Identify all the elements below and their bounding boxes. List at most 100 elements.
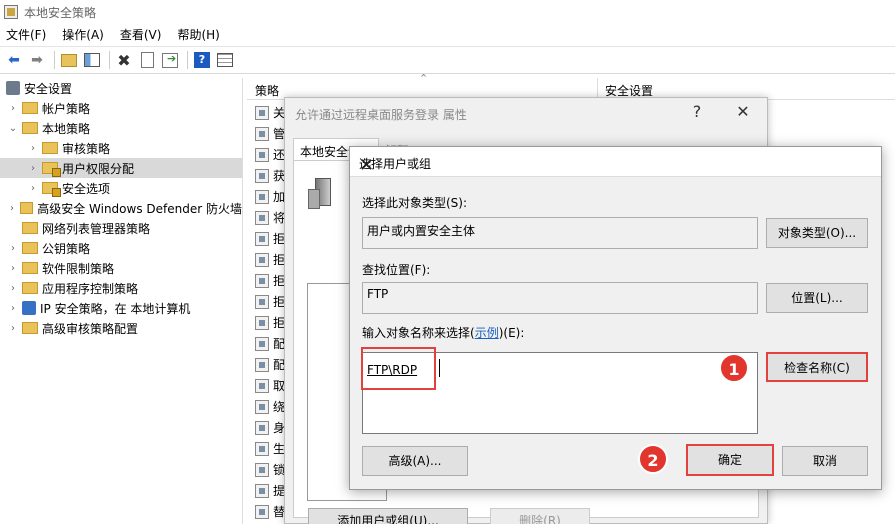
policy-icon — [255, 483, 269, 498]
chevron-right-icon[interactable]: › — [8, 103, 18, 114]
export-icon[interactable] — [160, 50, 180, 70]
forward-icon[interactable]: ➡ — [27, 50, 47, 70]
menu-action[interactable]: 操作(A) — [62, 26, 104, 43]
policy-icon — [255, 462, 269, 477]
list-item[interactable]: 取 — [255, 375, 285, 396]
remove-button[interactable]: 删除(R) — [490, 508, 590, 524]
tree-item-account-policy[interactable]: › 帐户策略 — [0, 98, 242, 118]
list-item[interactable]: 生 — [255, 438, 285, 459]
list-item[interactable]: 还 — [255, 144, 285, 165]
list-item[interactable]: 拒 — [255, 312, 285, 333]
tree-item-user-rights[interactable]: › 用户权限分配 — [0, 158, 242, 178]
folder-lock-icon — [42, 162, 61, 177]
close-icon[interactable]: ✕ — [731, 102, 755, 124]
tree-item-public-key[interactable]: › 公钥策略 — [0, 238, 242, 258]
advanced-button[interactable]: 高级(A)... — [362, 446, 468, 476]
properties-icon[interactable] — [137, 50, 157, 70]
examples-link[interactable]: 示例 — [475, 326, 499, 340]
tree-item-software-restriction[interactable]: › 软件限制策略 — [0, 258, 242, 278]
chevron-right-icon[interactable]: › — [28, 163, 38, 174]
close-icon[interactable]: ✕ — [359, 155, 873, 176]
toolbar-separator — [54, 51, 55, 69]
tree-item-label: 帐户策略 — [42, 101, 91, 116]
show-hide-tree-icon[interactable] — [82, 50, 102, 70]
menu-view[interactable]: 查看(V) — [120, 26, 162, 43]
policy-icon — [255, 441, 269, 456]
check-names-button[interactable]: 检查名称(C) — [766, 352, 868, 382]
back-icon[interactable]: ⬅ — [4, 50, 24, 70]
chevron-right-icon[interactable]: › — [8, 243, 18, 254]
help-icon[interactable]: ? — [192, 50, 212, 70]
folder-lock-icon — [42, 182, 61, 197]
step-badge-2: 2 — [638, 444, 668, 474]
tree-item-advanced-audit[interactable]: › 高级审核策略配置 — [0, 318, 242, 338]
tree-item-ip-security[interactable]: › IP 安全策略，在 本地计算机 — [0, 298, 242, 318]
help-button[interactable]: ? — [685, 102, 709, 124]
policy-icon — [255, 273, 269, 288]
ok-button[interactable]: 确定 — [686, 444, 774, 476]
tree-item-label: IP 安全策略，在 本地计算机 — [40, 301, 191, 316]
tree-item-security-options[interactable]: › 安全选项 — [0, 178, 242, 198]
policy-icon — [255, 399, 269, 414]
chevron-right-icon[interactable]: › — [28, 183, 38, 194]
policy-icon — [255, 252, 269, 267]
add-user-button[interactable]: 添加用户或组(U)... — [308, 508, 468, 524]
folder-icon — [22, 242, 38, 254]
tree-item-label: 本地策略 — [42, 121, 91, 136]
folder-icon — [42, 142, 58, 154]
list-item[interactable]: 配 — [255, 354, 285, 375]
list-item[interactable]: 将 — [255, 207, 285, 228]
names-label-prefix: 输入对象名称来选择( — [362, 326, 475, 340]
list-item[interactable]: 加 — [255, 186, 285, 207]
chevron-right-icon[interactable]: › — [28, 143, 38, 154]
list-item[interactable]: 拒 — [255, 270, 285, 291]
list-item[interactable]: 身 — [255, 417, 285, 438]
list-item[interactable]: 关 — [255, 102, 285, 123]
ip-security-icon — [22, 301, 36, 315]
cancel-button[interactable]: 取消 — [782, 446, 868, 476]
tree-item-label: 网络列表管理器策略 — [42, 221, 151, 236]
list-item[interactable]: 提 — [255, 480, 285, 501]
object-types-button[interactable]: 对象类型(O)... — [766, 218, 868, 248]
list-item[interactable]: 替 — [255, 501, 285, 522]
folder-icon — [22, 322, 38, 334]
toolbar-separator — [187, 51, 188, 69]
list-item[interactable]: 配 — [255, 333, 285, 354]
chevron-right-icon[interactable]: › — [8, 323, 18, 334]
tree-item-network-list[interactable]: 网络列表管理器策略 — [0, 218, 242, 238]
list-item[interactable]: 拒 — [255, 291, 285, 312]
tree-item-local-policy[interactable]: ⌄ 本地策略 — [0, 118, 242, 138]
object-type-field: 用户或内置安全主体 — [362, 217, 758, 249]
list-item[interactable]: 管 — [255, 123, 285, 144]
list-item[interactable]: 锁 — [255, 459, 285, 480]
delete-icon[interactable]: ✖ — [114, 50, 134, 70]
tree-item-app-control[interactable]: › 应用程序控制策略 — [0, 278, 242, 298]
tree-item-label: 用户权限分配 — [62, 161, 135, 176]
chevron-right-icon[interactable]: › — [8, 203, 16, 214]
grid-icon[interactable] — [215, 50, 235, 70]
tree-item-label: 审核策略 — [62, 141, 111, 156]
list-item[interactable]: 拒 — [255, 249, 285, 270]
up-folder-icon[interactable] — [59, 50, 79, 70]
menu-help[interactable]: 帮助(H) — [177, 26, 219, 43]
tree-item-label: 公钥策略 — [42, 241, 91, 256]
policy-icon — [255, 126, 269, 141]
title-bar: 本地安全策略 — [0, 0, 895, 24]
chevron-down-icon[interactable]: ⌄ — [8, 123, 18, 134]
locations-button[interactable]: 位置(L)... — [766, 283, 868, 313]
list-item[interactable]: 绕 — [255, 396, 285, 417]
list-item[interactable]: 获 — [255, 165, 285, 186]
chevron-right-icon[interactable]: › — [8, 283, 18, 294]
text-caret — [439, 359, 440, 377]
menu-file[interactable]: 文件(F) — [6, 26, 46, 43]
col-header-policy[interactable]: 策略 — [255, 82, 279, 99]
tree-root[interactable]: 安全设置 — [0, 78, 242, 98]
list-item[interactable]: 拒 — [255, 228, 285, 249]
location-field: FTP — [362, 282, 758, 314]
chevron-right-icon[interactable]: › — [8, 263, 18, 274]
tree-item-audit-policy[interactable]: › 审核策略 — [0, 138, 242, 158]
chevron-right-icon[interactable]: › — [8, 303, 18, 314]
tree-item-firewall[interactable]: › 高级安全 Windows Defender 防火墙 — [0, 198, 242, 218]
sort-up-icon: ⌃ — [419, 72, 429, 85]
folder-icon — [22, 222, 38, 234]
